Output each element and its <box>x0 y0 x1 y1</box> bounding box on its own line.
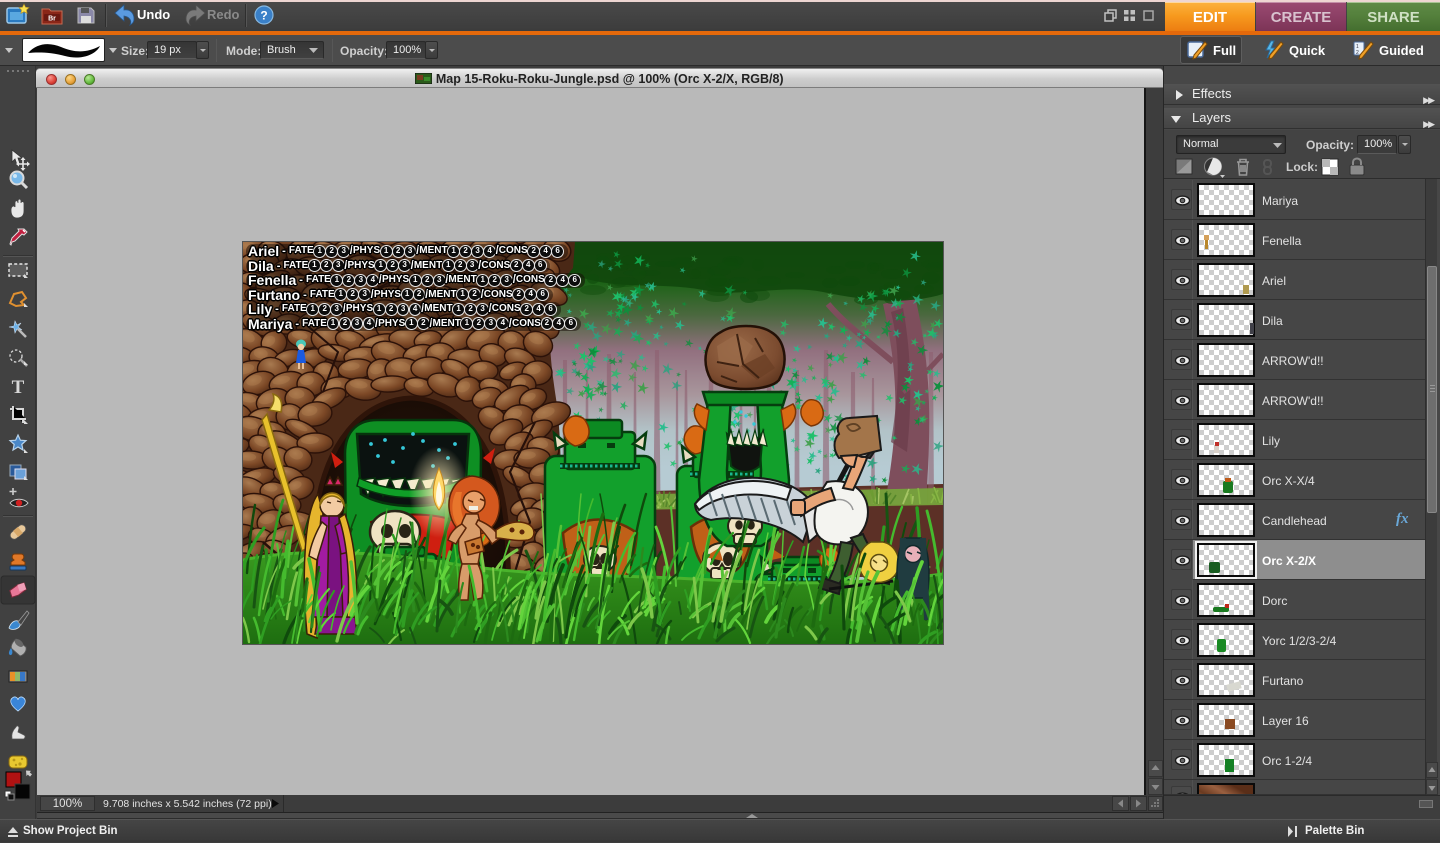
svg-text:2: 2 <box>1356 50 1359 56</box>
svg-text:Br: Br <box>48 16 56 23</box>
svg-text:T: T <box>12 377 25 398</box>
svg-text:?: ? <box>260 9 267 23</box>
svg-text:Lock:: Lock: <box>1286 160 1318 174</box>
